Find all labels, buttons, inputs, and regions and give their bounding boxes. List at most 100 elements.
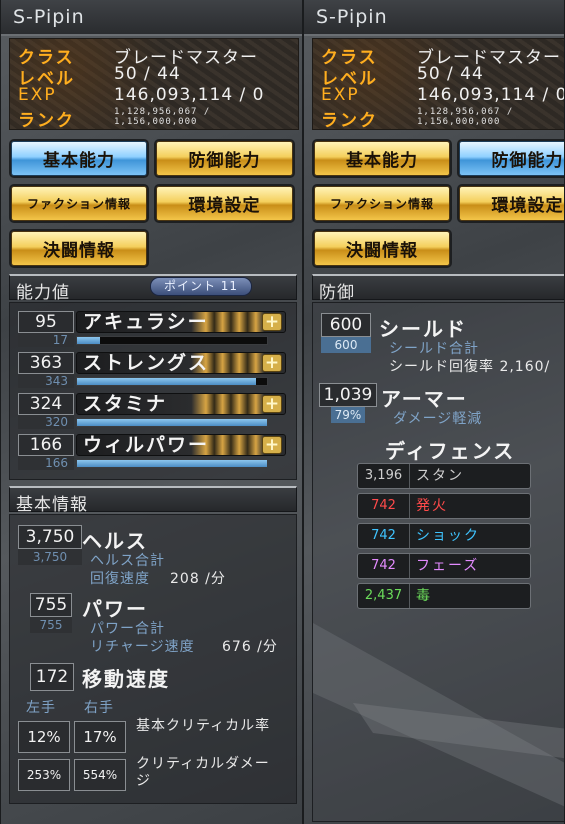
defense-header: 防御 (312, 274, 564, 303)
shield-base: 600 (321, 337, 371, 353)
tab-duel-info[interactable]: 決闘情報 (314, 231, 450, 266)
shield-value: 600 (321, 313, 371, 337)
resist-name: フェーズ (416, 558, 480, 574)
stat-name: スタミナ (76, 393, 286, 415)
abilities-header: 能力値 ポイント 11 (9, 274, 297, 303)
basic-info-header: 基本情報 (9, 486, 297, 515)
resist-value: 742 (358, 494, 410, 518)
tab-basic-ability[interactable]: 基本能力 (314, 141, 450, 176)
tab-defense-ability[interactable]: 防御能力 (459, 141, 564, 176)
stat-name: アキュラシー (76, 311, 286, 333)
stat-name: ストレングス (76, 352, 286, 374)
character-summary: クラス ブレードマスター レベル 50 / 44 EXP 146,093,114… (9, 38, 299, 131)
ability-points-badge: ポイント 11 (150, 277, 252, 296)
right-hand-label: 右手 (84, 700, 114, 716)
tab-basic-ability[interactable]: 基本能力 (11, 141, 147, 176)
level-value: 50 / 44 (114, 64, 181, 84)
stat-bar (76, 418, 268, 427)
resist-value: 742 (358, 524, 410, 548)
character-name: S-Pipin (316, 6, 388, 28)
stat-bar-fill (77, 419, 267, 426)
resist-name: 発火 (416, 498, 448, 514)
resist-value: 742 (358, 554, 410, 578)
plus-icon[interactable]: + (262, 436, 282, 454)
power-value: 755 (30, 593, 72, 617)
plus-icon[interactable]: + (262, 313, 282, 331)
plus-icon[interactable]: + (262, 354, 282, 372)
resist-stun: 3,196 スタン (357, 463, 531, 489)
exp-label: EXP (18, 85, 57, 105)
power-base: 755 (30, 617, 72, 633)
recharge-label: リチャージ速度 (90, 639, 195, 655)
stat-strength: 363 343 ストレングス + (12, 352, 294, 388)
abilities-list: 95 17 アキュラシー + 363 343 ストレングス + 324 320 … (9, 302, 297, 480)
character-panel-left: S-Pipin クラス ブレードマスター レベル 50 / 44 EXP 146… (0, 0, 303, 824)
resist-name: 毒 (416, 588, 432, 604)
stat-bar (76, 336, 268, 345)
stat-value: 324 (18, 393, 74, 415)
rank-label: ランク (18, 111, 75, 131)
crit-label: 基本クリティカル率 (136, 718, 271, 734)
title-bar[interactable]: S-Pipin (304, 0, 564, 36)
tab-defense-ability[interactable]: 防御能力 (156, 141, 293, 176)
stat-base: 320 (18, 415, 74, 429)
level-value: 50 / 44 (417, 64, 484, 84)
defense-title: 防御 (319, 283, 355, 303)
defense-name: ディフェンス (385, 439, 516, 463)
speed-name: 移動速度 (82, 667, 170, 691)
stat-bar-fill (77, 378, 256, 385)
armor-reduction-label: ダメージ軽減 (393, 411, 483, 427)
stat-base: 17 (18, 333, 74, 347)
power-total-label: パワー合計 (90, 621, 165, 637)
regen-value: 208 /分 (170, 571, 226, 587)
character-panel-right: S-Pipin クラス ブレードマスター レベル 50 / 44 EXP 146… (303, 0, 565, 824)
health-base: 3,750 (18, 549, 82, 565)
rank-value: 1,128,956,067 / 1,156,000,000 (114, 107, 211, 127)
resist-name: ショック (416, 528, 480, 544)
resist-phase: 742 フェーズ (357, 553, 531, 579)
tab-faction-info[interactable]: ファクション情報 (11, 186, 147, 221)
recharge-value: 676 /分 (222, 639, 278, 655)
left-hand-label: 左手 (26, 700, 56, 716)
stat-base: 343 (18, 374, 74, 388)
stat-value: 166 (18, 434, 74, 456)
critdmg-left: 253% (18, 759, 70, 791)
exp-value: 146,093,114 / 0 (114, 85, 265, 105)
critdmg-label: クリティカルダメージ (136, 756, 270, 789)
resist-name: スタン (416, 468, 464, 484)
tab-settings[interactable]: 環境設定 (459, 186, 564, 221)
basic-info-title: 基本情報 (16, 495, 88, 515)
resist-poison: 2,437 毒 (357, 583, 531, 609)
defense-panel: 600 600 シールド シールド合計 シールド回復率 2,160/ 1,039… (312, 302, 564, 822)
tab-duel-info[interactable]: 決闘情報 (11, 231, 147, 266)
stat-name: ウィルパワー (76, 434, 286, 456)
exp-label: EXP (321, 85, 360, 105)
critdmg-right: 554% (74, 759, 126, 791)
character-summary: クラス ブレードマスター レベル 50 / 44 EXP 146,093,114… (312, 38, 564, 131)
resist-fire: 742 発火 (357, 493, 531, 519)
rank-label: ランク (321, 111, 378, 131)
stat-bar (76, 377, 268, 386)
stat-stamina: 324 320 スタミナ + (12, 393, 294, 429)
health-total-label: ヘルス合計 (90, 553, 165, 569)
tab-settings[interactable]: 環境設定 (156, 186, 293, 221)
armor-value: 1,039 (319, 383, 377, 407)
stat-bar-fill (77, 337, 100, 344)
crit-right: 17% (74, 721, 126, 753)
speed-value: 172 (30, 663, 74, 691)
shield-total-label: シールド合計 (389, 341, 479, 357)
basic-info-panel: 3,750 3,750 ヘルス ヘルス合計 回復速度 208 /分 755 75… (9, 514, 297, 804)
resist-value: 3,196 (358, 464, 410, 488)
stat-value: 363 (18, 352, 74, 374)
tab-faction-info[interactable]: ファクション情報 (314, 186, 450, 221)
title-bar[interactable]: S-Pipin (1, 0, 302, 36)
stat-accuracy: 95 17 アキュラシー + (12, 311, 294, 347)
plus-icon[interactable]: + (262, 395, 282, 413)
stat-value: 95 (18, 311, 74, 333)
sword-artwork (313, 623, 564, 807)
shield-regen: シールド回復率 2,160/ (389, 359, 551, 375)
stat-bar (76, 459, 268, 468)
abilities-title: 能力値 (16, 283, 70, 303)
regen-label: 回復速度 (90, 571, 150, 587)
rank-value: 1,128,956,067 / 1,156,000,000 (417, 107, 514, 127)
